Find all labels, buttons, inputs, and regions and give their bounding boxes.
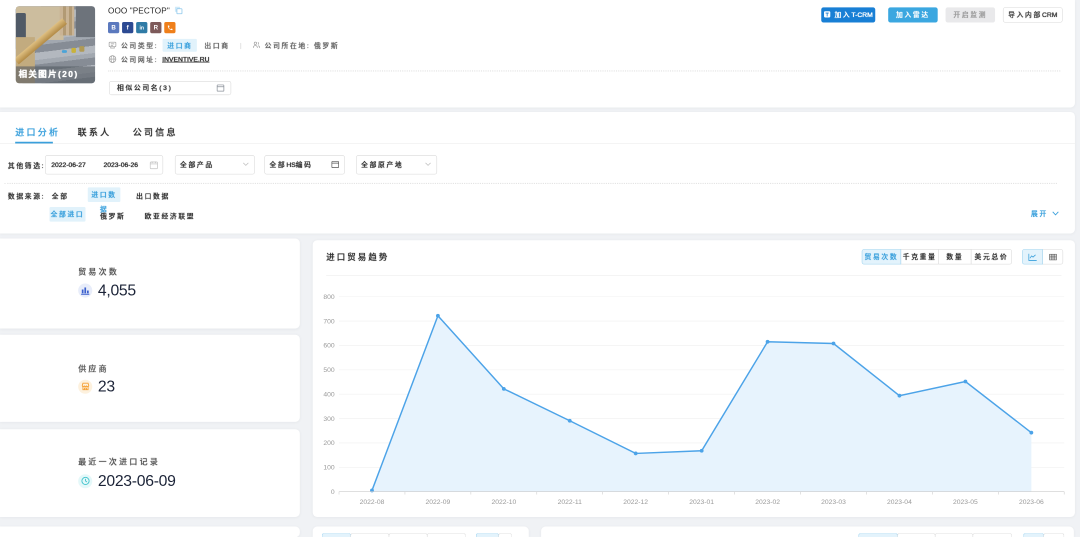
svg-text:0: 0 [331, 489, 335, 496]
svg-text:800: 800 [323, 294, 335, 301]
svg-text:2023-06: 2023-06 [1019, 499, 1044, 506]
svg-text:2022-08: 2022-08 [360, 499, 385, 506]
svg-text:2023-03: 2023-03 [821, 499, 846, 506]
svg-text:2022-11: 2022-11 [558, 499, 583, 506]
svg-text:2023-05: 2023-05 [953, 499, 978, 506]
svg-text:100: 100 [323, 465, 335, 472]
svg-text:400: 400 [323, 391, 335, 398]
svg-text:2022-10: 2022-10 [491, 499, 516, 506]
svg-text:300: 300 [323, 416, 335, 423]
svg-text:2022-09: 2022-09 [426, 499, 451, 506]
svg-text:2023-01: 2023-01 [689, 499, 714, 506]
svg-text:500: 500 [323, 367, 335, 374]
svg-text:2022-12: 2022-12 [623, 499, 648, 506]
svg-text:2023-04: 2023-04 [887, 499, 912, 506]
svg-text:700: 700 [323, 318, 335, 325]
svg-text:600: 600 [323, 343, 335, 350]
svg-text:2023-02: 2023-02 [755, 499, 780, 506]
svg-text:200: 200 [323, 440, 335, 447]
